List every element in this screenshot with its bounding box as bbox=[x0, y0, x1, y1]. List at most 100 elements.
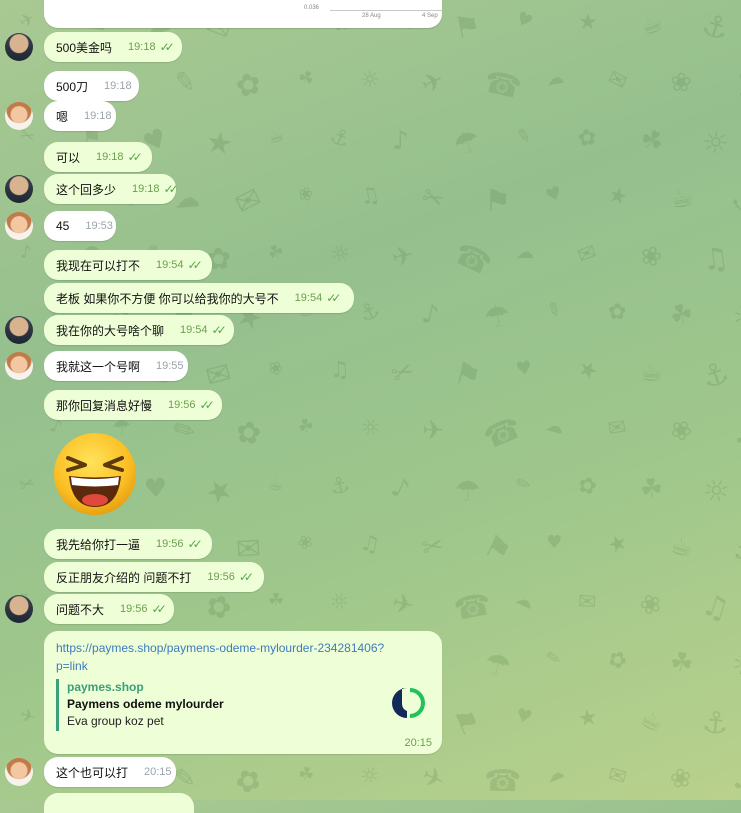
pattern-doodle: ⚓ bbox=[697, 354, 735, 397]
pattern-doodle: ✎ bbox=[542, 297, 566, 324]
laughing-emoji-sticker[interactable] bbox=[52, 431, 138, 517]
message-meta: 19:56 ✓✓ bbox=[156, 537, 203, 551]
pattern-doodle: ☼ bbox=[700, 124, 731, 163]
pattern-doodle: ☼ bbox=[325, 587, 355, 618]
pattern-doodle: ✉ bbox=[603, 65, 632, 96]
pattern-doodle: ☎ bbox=[480, 64, 526, 107]
message-text: 这个回多少 bbox=[56, 182, 117, 197]
pattern-doodle: ☘ bbox=[267, 589, 285, 612]
pattern-doodle: ☕ bbox=[668, 182, 696, 216]
avatar-user-b[interactable] bbox=[5, 212, 33, 240]
message-bubble[interactable]: 老板 如果你不方便 你可以给我你的大号不 19:54 ✓✓ bbox=[44, 283, 354, 313]
message-bubble[interactable]: 这个回多少 19:18 ✓✓ bbox=[44, 174, 179, 204]
message-bubble[interactable]: 我现在可以打不 19:54 ✓✓ bbox=[44, 250, 212, 280]
message-time: 19:56 bbox=[120, 603, 148, 615]
message-bubble[interactable]: 500美金吗 19:18 ✓✓ bbox=[44, 32, 182, 62]
avatar-user-a[interactable] bbox=[5, 595, 33, 623]
message-meta: 19:54 ✓✓ bbox=[295, 291, 342, 305]
message-meta: 19:56 ✓✓ bbox=[120, 602, 167, 616]
message-bubble[interactable]: 这个也可以打 20:15 bbox=[44, 757, 176, 787]
message-bubble[interactable]: 我就这一个号啊 19:55 bbox=[44, 351, 188, 381]
avatar-user-a[interactable] bbox=[5, 316, 33, 344]
pattern-doodle: ❀ bbox=[264, 355, 287, 382]
link-preview-message[interactable]: https://paymes.shop/paymens-odeme-mylour… bbox=[44, 631, 442, 754]
pattern-doodle: ✂ bbox=[387, 354, 420, 392]
link-url-line-2[interactable]: p=link bbox=[56, 659, 88, 673]
pattern-doodle: ♫ bbox=[700, 240, 732, 279]
message-meta: 19:56 ✓✓ bbox=[207, 570, 254, 584]
pattern-doodle: ✎ bbox=[544, 646, 563, 671]
pattern-doodle: ☕ bbox=[639, 357, 665, 389]
message-bubble[interactable]: 那你回复消息好慢 19:56 ✓✓ bbox=[44, 390, 222, 420]
pattern-doodle: ♫ bbox=[727, 64, 741, 107]
chart-x-tick-2: 4 Sep bbox=[422, 13, 438, 19]
link-url[interactable]: https://paymes.shop/paymens-odeme-mylour… bbox=[56, 639, 430, 675]
message-time: 20:15 bbox=[144, 766, 172, 778]
pattern-doodle: ☂ bbox=[480, 645, 515, 686]
pattern-doodle: ♪ bbox=[419, 298, 442, 332]
message-bubble[interactable]: 我先给你打一逼 19:56 ✓✓ bbox=[44, 529, 212, 559]
link-url-line-1[interactable]: https://paymes.shop/paymens-odeme-mylour… bbox=[56, 641, 384, 655]
message-meta: 19:18 ✓✓ bbox=[96, 150, 143, 164]
pattern-doodle: ☼ bbox=[356, 413, 385, 444]
message-time: 19:54 bbox=[180, 324, 208, 336]
pattern-doodle: ✈ bbox=[417, 760, 450, 798]
pattern-doodle: ☼ bbox=[727, 296, 741, 339]
pattern-doodle: ☕ bbox=[666, 529, 698, 565]
message-time: 19:18 bbox=[96, 151, 124, 163]
pattern-doodle: ☎ bbox=[478, 410, 527, 457]
pattern-doodle: ⚑ bbox=[483, 183, 512, 220]
pattern-doodle: ✂ bbox=[17, 472, 39, 497]
message-text: 45 bbox=[56, 219, 70, 233]
avatar-user-a[interactable] bbox=[5, 33, 33, 61]
message-text: 我现在可以打不 bbox=[56, 258, 141, 273]
message-bubble[interactable]: 500刀 19:18 bbox=[44, 71, 139, 101]
message-bubble[interactable]: 我在你的大号啥个聊 19:54 ✓✓ bbox=[44, 315, 234, 345]
pattern-doodle: ☘ bbox=[294, 65, 318, 92]
avatar-user-b[interactable] bbox=[5, 102, 33, 130]
link-preview-description: Eva group koz pet bbox=[67, 714, 164, 728]
message-bubble[interactable]: 问题不大 19:56 ✓✓ bbox=[44, 594, 174, 624]
pattern-doodle: ★ bbox=[605, 181, 631, 212]
double-check-icon: ✓✓ bbox=[159, 40, 175, 54]
message-meta: 19:53 bbox=[85, 220, 113, 232]
link-preview-box[interactable]: paymes.shop Paymens odeme mylourder Eva … bbox=[56, 679, 426, 731]
avatar-user-b[interactable] bbox=[5, 758, 33, 786]
message-text: 嗯 bbox=[56, 109, 69, 124]
pattern-doodle: ♫ bbox=[357, 530, 383, 559]
double-check-icon: ✓✓ bbox=[163, 182, 179, 196]
chart-preview-bubble: 0.036 28 Aug 4 Sep bbox=[44, 0, 442, 28]
message-bubble[interactable]: 45 19:53 bbox=[44, 211, 116, 241]
double-check-icon: ✓✓ bbox=[199, 398, 215, 412]
avatar-user-b[interactable] bbox=[5, 352, 33, 380]
pattern-doodle: ✿ bbox=[575, 472, 600, 501]
message-meta: 19:18 bbox=[104, 80, 132, 92]
message-bubble[interactable]: 嗯 19:18 bbox=[44, 101, 116, 131]
pattern-doodle: ✿ bbox=[229, 760, 268, 803]
pattern-doodle: ⚓ bbox=[355, 297, 385, 328]
pattern-doodle: ✎ bbox=[513, 124, 534, 149]
message-meta: 19:18 bbox=[84, 110, 112, 122]
pattern-doodle: ✉ bbox=[229, 180, 268, 223]
pattern-doodle: ♥ bbox=[545, 531, 563, 554]
avatar-user-a[interactable] bbox=[5, 175, 33, 203]
chart-x-tick-1: 28 Aug bbox=[362, 13, 381, 19]
pattern-doodle: ⚓ bbox=[327, 472, 353, 501]
pattern-doodle: ⚑ bbox=[478, 527, 518, 572]
message-bubble[interactable]: 反正朋友介绍的 问题不打 19:56 ✓✓ bbox=[44, 562, 264, 592]
message-bubble[interactable]: 可以 19:18 ✓✓ bbox=[44, 142, 152, 172]
laughing-emoji-icon bbox=[54, 433, 136, 515]
pattern-doodle: ♥ bbox=[542, 181, 566, 208]
pattern-doodle: ☘ bbox=[665, 296, 698, 334]
pattern-doodle: ☕ bbox=[634, 702, 670, 740]
pattern-doodle: ☘ bbox=[296, 762, 317, 787]
pattern-doodle: ✈ bbox=[389, 588, 417, 622]
pattern-doodle: ✈ bbox=[17, 704, 39, 729]
pattern-doodle: ✉ bbox=[574, 239, 601, 270]
message-time: 19:56 bbox=[207, 571, 235, 583]
pattern-doodle: ★ bbox=[573, 354, 603, 387]
message-time: 19:56 bbox=[168, 399, 196, 411]
message-text: 我在你的大号啥个聊 bbox=[56, 323, 165, 338]
pattern-doodle: ♪ bbox=[392, 126, 409, 156]
pattern-doodle: ✎ bbox=[172, 66, 198, 100]
